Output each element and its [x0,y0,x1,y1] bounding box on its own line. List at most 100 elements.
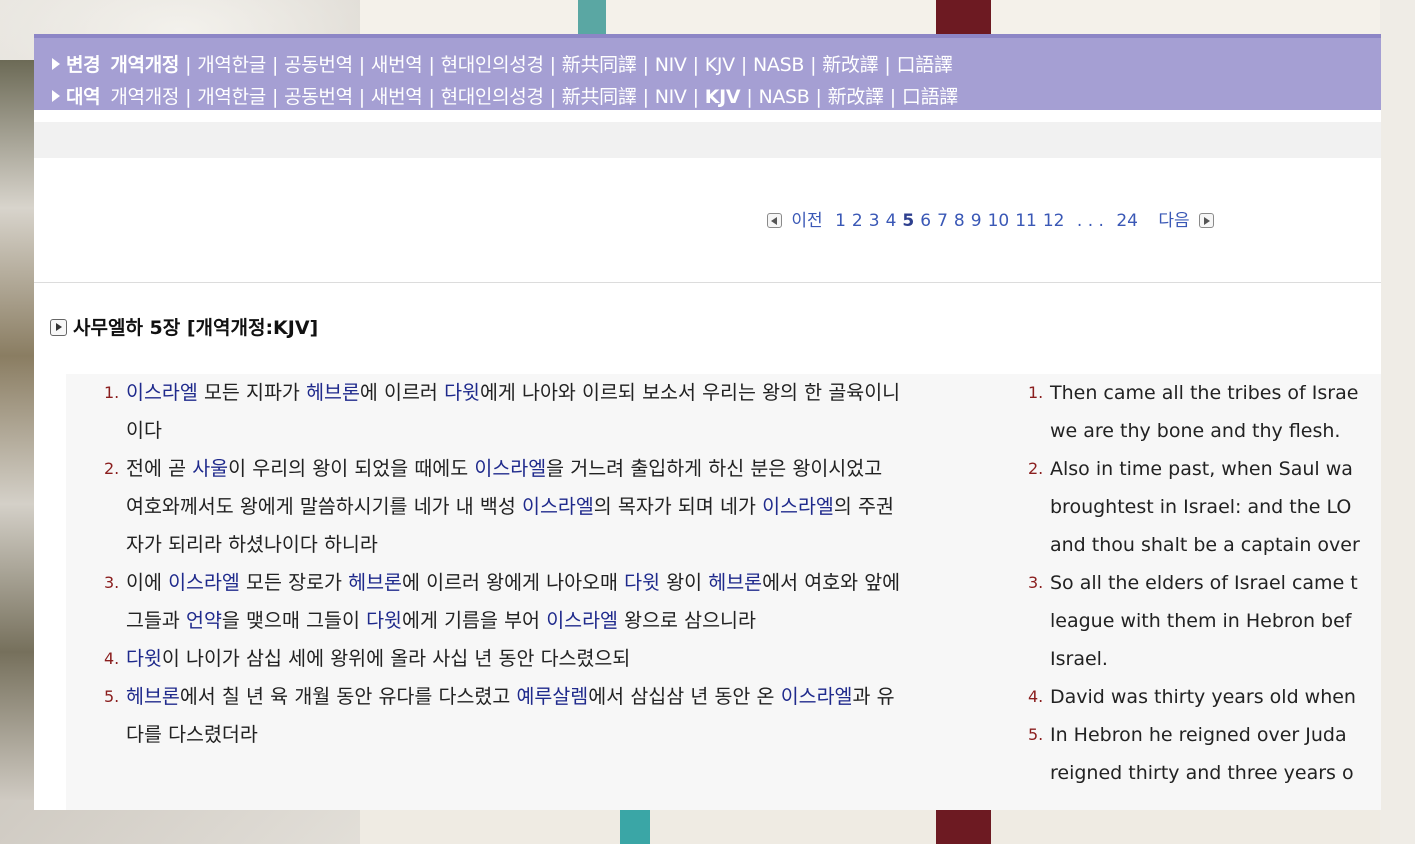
verse-text: So all the elders of Israel came t [1050,572,1358,594]
translation-link[interactable]: 공동번역 [284,54,353,76]
prev-arrow-icon[interactable] [767,213,782,228]
translation-link[interactable]: 新改譯 [822,54,878,76]
name-link[interactable]: 헤브론 [306,381,360,404]
name-link[interactable]: 헤브론 [348,571,402,594]
name-link[interactable]: 이스라엘 [168,571,240,594]
page-link[interactable]: 9 [971,211,982,231]
name-link[interactable]: 이스라엘 [546,609,618,632]
chapter-heading: 사무엘하 5장 [개역개정:KJV] [50,313,318,340]
translation-link[interactable]: 新共同譯 [562,54,637,76]
page-link[interactable]: 11 [1015,211,1037,231]
play-box-icon [50,319,67,336]
translation-link[interactable]: 개역한글 [197,86,266,108]
name-link[interactable]: 이스라엘 [781,685,853,708]
bible-reader-panel: 변경 개역개정 | 개역한글 | 공동번역 | 새번역 | 현대인의성경 | 新共同譯 | NIV | KJV… [34,34,1381,810]
name-link[interactable]: 언약 [186,609,222,632]
verse-text: 이다 [126,419,162,442]
translation-link[interactable]: NIV [655,54,687,76]
translation-link[interactable]: 개역한글 [197,54,266,76]
name-link[interactable]: 이스라엘 [762,495,834,518]
name-link[interactable]: 이스라엘 [126,381,198,404]
separator: | [692,54,699,76]
page-link[interactable]: 4 [886,211,897,231]
verse-text: 에 이르러 [359,381,445,404]
verse-text: 모든 장로가 [239,571,349,594]
translation-link[interactable]: NASB [758,86,809,108]
page-link[interactable]: 8 [954,211,965,231]
korean-verse: 5. 헤브론에서 칠 년 육 개월 동안 유다를 다스렸고 예루살렘에서 삼십삼 … [104,678,984,754]
page-link-last[interactable]: 24 [1116,211,1138,231]
name-link[interactable]: 헤브론 [708,571,762,594]
verse-text: 을 맺으매 그들이 [221,609,367,632]
separator: | [740,54,747,76]
gray-strip [34,122,1381,158]
page-link[interactable]: 6 [920,211,931,231]
translation-link[interactable]: 개역개정 [110,86,179,108]
korean-verse: 3. 이에 이스라엘 모든 장로가 헤브론에 이르러 왕에게 나아오매 다윗 왕이… [104,564,984,640]
name-link[interactable]: 다윗 [444,381,480,404]
verse-text: 에서 삼십삼 년 동안 온 [588,685,781,708]
english-verse: 4. David was thirty years old when [1028,678,1381,716]
change-label: 변경 [66,54,101,76]
separator: | [428,54,435,76]
page-link[interactable]: 7 [937,211,948,231]
korean-verse-column: 1. 이스라엘 모든 지파가 헤브론에 이르러 다윗에게 나아와 이르되 보소서 … [104,374,984,754]
name-link[interactable]: 헤브론 [126,685,180,708]
separator: | [810,54,817,76]
verse-text: 그들과 [126,609,187,632]
parallel-translation-row: 대역 개역개정 | 개역한글 | 공동번역 | 새번역 | 현대인의성경 | 新共同譯 | NIV | KJV… [52,82,958,109]
pager-ellipsis: . . . [1076,211,1104,231]
page-link[interactable]: 10 [988,211,1010,231]
english-verse: 2. Also in time past, when Saul wa brought… [1028,450,1381,564]
parallel-label: 대역 [66,86,101,108]
verses-area: 1. 이스라엘 모든 지파가 헤브론에 이르러 다윗에게 나아와 이르되 보소서 … [66,374,1381,810]
triangle-right-icon [52,90,60,102]
translation-link[interactable]: NASB [753,54,804,76]
english-verse: 5. In Hebron he reigned over Juda reigned … [1028,716,1381,792]
page-link[interactable]: 1 [835,211,846,231]
name-link[interactable]: 예루살렘 [516,685,588,708]
name-link[interactable]: 사울 [192,457,228,480]
translation-link[interactable]: NIV [655,86,687,108]
translation-link[interactable]: 개역개정 [110,54,179,76]
translation-link[interactable]: 口語譯 [896,54,952,76]
name-link[interactable]: 이스라엘 [522,495,594,518]
verse-text: 에서 칠 년 육 개월 동안 유다를 다스렸고 [179,685,517,708]
verse-text: 이 우리의 왕이 되었을 때에도 [228,457,475,480]
separator: | [358,86,365,108]
name-link[interactable]: 다윗 [366,609,402,632]
page-link[interactable]: 12 [1043,211,1065,231]
translation-link[interactable]: 새번역 [371,54,423,76]
separator: | [271,86,279,108]
translation-link[interactable]: 新改譯 [828,86,884,108]
translation-link[interactable]: 新共同譯 [562,86,637,108]
verse-text: 에서 여호와 앞에 [762,571,901,594]
chapter-pager: 이전 1 2 3 4 5 6 7 8 9 10 11 12 . . . 24 다음 [767,206,1215,231]
translation-link[interactable]: 새번역 [371,86,423,108]
next-arrow-icon[interactable] [1199,213,1215,228]
separator: | [185,54,192,76]
page-link[interactable]: 3 [869,211,880,231]
name-link[interactable]: 다윗 [126,647,162,670]
separator: | [549,54,556,76]
name-link[interactable]: 이스라엘 [474,457,546,480]
translation-link[interactable]: 口語譯 [902,86,958,108]
prev-link[interactable]: 이전 [791,211,822,231]
translation-link[interactable]: KJV [705,54,735,76]
verse-text: Israel. [1050,648,1108,670]
separator: | [692,86,699,108]
page-link[interactable]: 2 [852,211,863,231]
translation-link[interactable]: 현대인의성경 [441,54,544,76]
translation-link[interactable]: 공동번역 [284,86,353,108]
verse-number: 2. [104,459,120,478]
separator: | [428,86,435,108]
translation-link[interactable]: KJV [705,86,741,108]
next-link[interactable]: 다음 [1158,211,1189,231]
name-link[interactable]: 다윗 [624,571,660,594]
verse-number: 4. [1028,687,1044,706]
separator: | [884,54,891,76]
translation-link[interactable]: 현대인의성경 [441,86,544,108]
verse-text: and thou shalt be a captain over [1050,534,1360,556]
translation-bar: 변경 개역개정 | 개역한글 | 공동번역 | 새번역 | 현대인의성경 | 新共同譯 | NIV | KJV… [34,34,1381,110]
page-link-current[interactable]: 5 [902,211,914,231]
